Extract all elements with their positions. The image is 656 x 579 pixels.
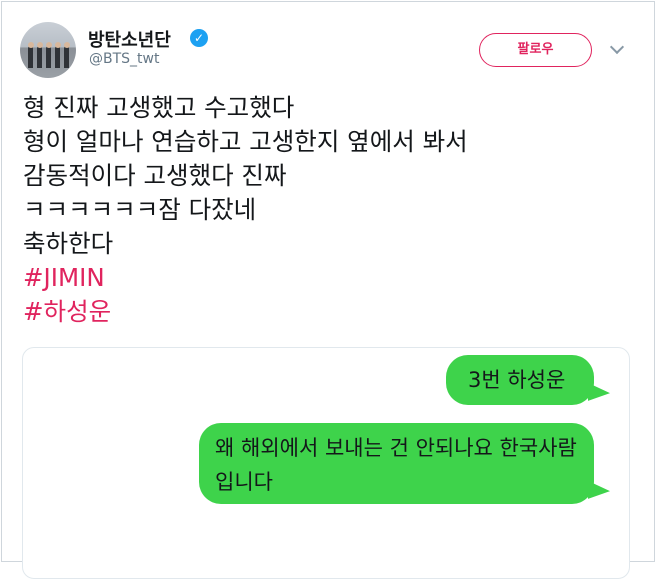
avatar-figure xyxy=(37,46,42,68)
follow-button[interactable]: 팔로우 xyxy=(479,33,592,67)
tweet-line: ㅋㅋㅋㅋㅋㅋ잠 다잤네 xyxy=(23,195,257,224)
avatar-figure xyxy=(55,46,60,68)
account-handle[interactable]: @BTS_twt xyxy=(89,51,159,67)
message-bubble: 왜 해외에서 보내는 건 안되나요 한국사람입니다 xyxy=(199,423,594,504)
avatar-figure xyxy=(46,46,51,68)
avatar-figure xyxy=(64,46,69,68)
avatar-figure-head xyxy=(37,42,43,48)
hashtag-link[interactable]: #JIMIN xyxy=(23,261,468,295)
avatar-figure-head xyxy=(55,42,61,48)
tweet-line: 축하한다 xyxy=(23,229,114,258)
verified-badge-icon: ✓ xyxy=(190,29,208,47)
avatar-figure-head xyxy=(64,42,70,48)
tweet-line: 감동적이다 고생했다 진짜 xyxy=(23,161,287,190)
message-bubble: 3번 하성운 xyxy=(446,355,594,405)
tweet-text: 형 진짜 고생했고 수고했다 형이 얼마나 연습하고 고생한지 옆에서 봐서 감… xyxy=(23,91,468,329)
display-name[interactable]: 방탄소년단 xyxy=(88,26,171,52)
avatar-figure xyxy=(28,46,33,68)
avatar-figure-head xyxy=(46,42,52,48)
tweet-line: 형이 얼마나 연습하고 고생한지 옆에서 봐서 xyxy=(23,127,468,156)
hashtag-link[interactable]: #하성운 xyxy=(23,295,468,329)
tweet-line: 형 진짜 고생했고 수고했다 xyxy=(23,93,295,122)
avatar-figure-head xyxy=(28,42,34,48)
avatar[interactable] xyxy=(20,22,76,78)
